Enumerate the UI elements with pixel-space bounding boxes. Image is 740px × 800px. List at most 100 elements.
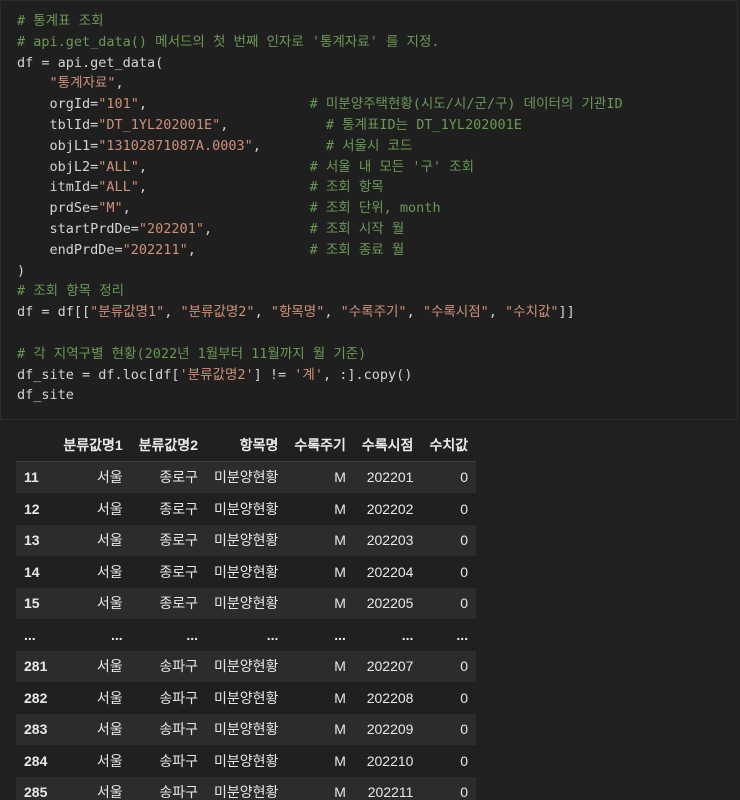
table-cell: 미분양현황 (213, 469, 279, 486)
row-index: 284 (24, 752, 48, 769)
code-token-default: , (122, 200, 310, 217)
table-row: 282 서울 송파구 미분양현황 M 202208 0 (16, 682, 477, 714)
code-token-comment: # 조회 항목 (309, 179, 384, 196)
column-header: 항목명 (205, 429, 287, 462)
code-token-string: "수록주기" (340, 304, 407, 321)
table-cell: 202211 (367, 784, 414, 800)
table-cell: 서울 (96, 658, 123, 675)
table-row: 12 서울 종로구 미분양현황 M 202202 0 (16, 493, 477, 525)
code-line: ) (17, 261, 623, 282)
code-line: # api.get_data() 메서드의 첫 번째 인자로 '통계자료' 를 … (17, 32, 623, 53)
code-token-string: "분류값명2" (180, 304, 255, 321)
code-token-comment: # 조회 종료 월 (309, 241, 405, 258)
table-cell: 서울 (96, 532, 123, 549)
table-cell: M (334, 658, 346, 675)
table-cell: 종로구 (159, 532, 198, 549)
code-token-default: , (252, 137, 326, 154)
table-cell: 202203 (366, 532, 414, 549)
table-cell: 202204 (366, 563, 414, 580)
code-token-comment: # 미분양주택현황(시도/시/군/구) 데이터의 기관ID (309, 96, 623, 113)
row-index: 11 (24, 469, 39, 486)
table-cell: 0 (460, 784, 469, 800)
code-line: objL2="ALL", # 서울 내 모든 '구' 조회 (17, 157, 623, 178)
code-token-string: "13102871087A.0003" (98, 137, 253, 154)
code-token-comment: # 통계표ID는 DT_1YL202001E (325, 116, 522, 133)
cell-output: 분류값명1 분류값명2 항목명 수록주기 수록시점 수치값 11 서울 종로구 미분양… (0, 421, 740, 800)
table-cell: 미분양현황 (213, 532, 279, 549)
code-line: df_site = df.loc[df['분류값명2'] != '계', :].… (17, 365, 623, 386)
code-token-comment: # 통계표 조회 (17, 13, 104, 29)
table-cell: M (334, 532, 346, 549)
table-cell: ... (186, 626, 198, 643)
code-token-string: '분류값명2' (179, 366, 254, 383)
code-cell[interactable]: # 통계표 조회 # api.get_data() 메서드의 첫 번째 인자로 '… (0, 0, 738, 420)
table-cell: 미분양현황 (213, 784, 279, 800)
column-header: 수록시점 (353, 429, 422, 462)
table-cell: 202207 (366, 658, 414, 675)
index-header (16, 429, 56, 462)
code-token-default: df = api.get_data( (17, 54, 164, 71)
code-token-string: "수록시점" (422, 304, 489, 321)
code-token-comment: # api.get_data() 메서드의 첫 번째 인자로 '통계자료' 를 … (17, 33, 440, 50)
code-token-default: , (138, 179, 310, 196)
code-token-default: itmId= (17, 179, 99, 196)
notebook-page: # 통계표 조회 # api.get_data() 메서드의 첫 번째 인자로 '… (0, 0, 740, 800)
table-body: 11 서울 종로구 미분양현황 M 202201 0 12 서울 종로구 미분양현황 M 202202 0… (16, 461, 477, 800)
code-token-default: , (203, 220, 310, 237)
code-line: # 각 지역구별 현황(2022년 1월부터 11월까지 월 기준) (17, 344, 623, 365)
code-line: endPrdDe="202211", # 조회 종료 월 (17, 240, 623, 261)
table-cell: M (334, 563, 346, 580)
table-cell: 종로구 (159, 469, 198, 486)
code-line: # 조회 항목 정리 (17, 281, 623, 302)
table-cell: 종로구 (159, 595, 198, 612)
table-cell: 미분양현황 (213, 658, 279, 675)
row-index: 13 (24, 532, 40, 549)
table-cell: 202210 (366, 752, 414, 769)
code-token-default: df = df[[ (17, 304, 91, 321)
code-token-comment: # 각 지역구별 현황(2022년 1월부터 11월까지 월 기준) (17, 345, 367, 362)
table-cell: 서울 (96, 469, 123, 486)
table-cell: M (334, 689, 346, 706)
code-token-comment: # 조회 단위, month (309, 200, 441, 217)
column-header: 수록주기 (286, 429, 354, 462)
table-cell: M (334, 500, 346, 517)
table-cell: 202205 (366, 595, 414, 612)
code-token-string: "202201" (138, 220, 204, 237)
code-line: objL1="13102871087A.0003", # 서울시 코드 (17, 136, 623, 157)
table-cell: 0 (460, 563, 469, 580)
table-row: 283 서울 송파구 미분양현황 M 202209 0 (16, 713, 477, 745)
code-token-string: "DT_1YL202001E" (98, 116, 221, 133)
code-token-default: ) (17, 262, 26, 279)
table-cell: 송파구 (159, 689, 198, 706)
code-line: prdSe="M", # 조회 단위, month (17, 198, 623, 219)
row-index: 14 (24, 563, 40, 580)
table-cell: ... (456, 626, 469, 643)
code-token-string: "통계자료" (49, 75, 116, 92)
code-token-default: , (187, 241, 310, 258)
dataframe-table: 분류값명1 분류값명2 항목명 수록주기 수록시점 수치값 11 서울 종로구 미분양… (16, 429, 477, 800)
table-cell: 0 (460, 500, 469, 517)
table-row: 285 서울 송파구 미분양현황 M 202211 0 (16, 776, 477, 800)
code-editor[interactable]: # 통계표 조회 # api.get_data() 메서드의 첫 번째 인자로 '… (17, 11, 623, 406)
row-index: 285 (24, 784, 48, 800)
code-token-default: orgId= (17, 96, 99, 113)
table-cell: ... (111, 626, 123, 643)
code-line: itmId="ALL", # 조회 항목 (17, 177, 623, 198)
column-header: 수치값 (421, 429, 477, 462)
table-cell: 202201 (366, 469, 414, 486)
table-cell: 서울 (96, 689, 123, 706)
table-cell: 0 (460, 469, 469, 486)
table-cell: M (334, 784, 346, 800)
table-cell: 서울 (96, 500, 123, 517)
code-token-default: , (220, 116, 326, 133)
table-cell: 서울 (96, 595, 123, 612)
table-cell: 미분양현황 (213, 563, 279, 580)
code-token-string: '계' (294, 366, 323, 383)
table-cell: 송파구 (159, 784, 198, 800)
code-token-default: , (115, 75, 124, 92)
table-row: 284 서울 송파구 미분양현황 M 202210 0 (16, 745, 477, 777)
table-row: 15 서울 종로구 미분양현황 M 202205 0 (16, 587, 477, 619)
code-line: df = df[["분류값명1", "분류값명2", "항목명", "수록주기"… (17, 302, 623, 323)
table-cell: 0 (460, 752, 469, 769)
